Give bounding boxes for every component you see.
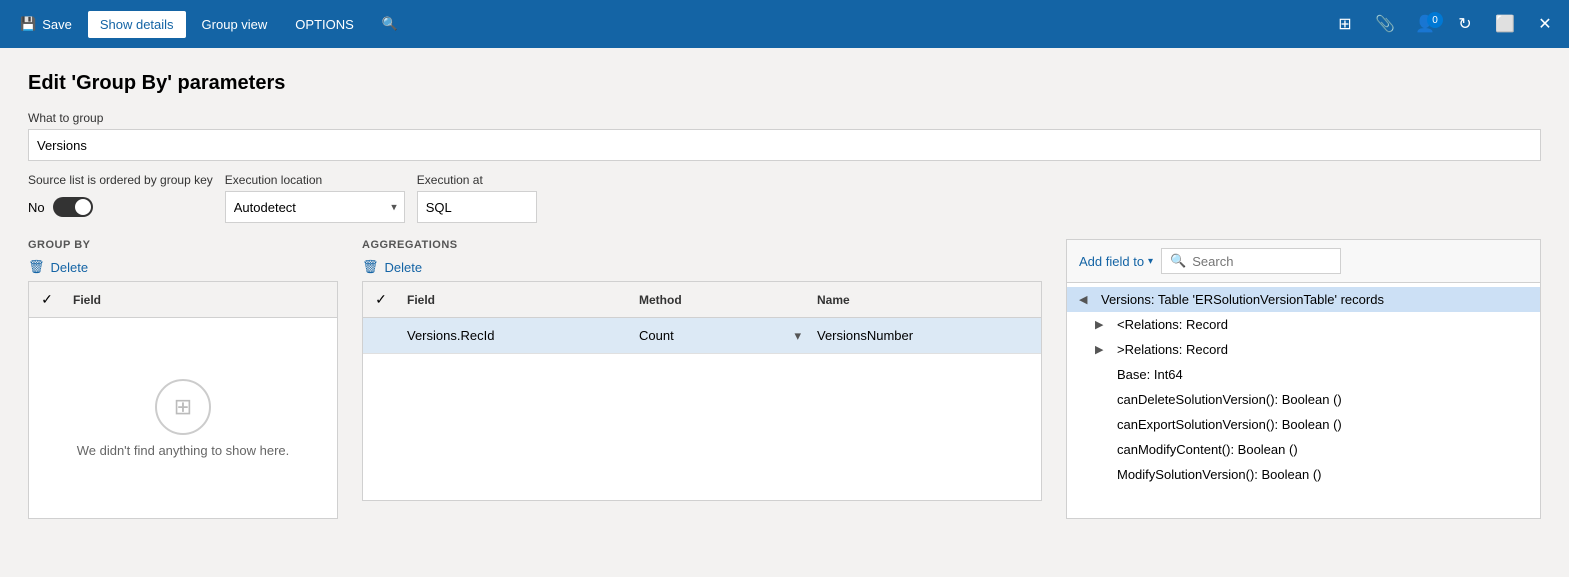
agg-table-row[interactable]: Versions.RecId Count ▾ VersionsNumber — [363, 318, 1041, 354]
group-by-delete-button[interactable]: 🗑 Delete — [28, 259, 338, 275]
toggle-wrap: No — [28, 191, 213, 223]
agg-row-method[interactable]: Count ▾ — [631, 328, 809, 344]
agg-table-header: ✓ Field Method Name — [363, 282, 1041, 318]
execution-at-value: SQL — [417, 191, 537, 223]
toggle-knob — [75, 199, 91, 215]
chevron-down-method-icon: ▾ — [794, 328, 801, 344]
right-panel: Add field to ▾ 🔍 ◀ Versions: Table 'ERSo… — [1066, 239, 1541, 519]
group-by-empty-body: ⊞ We didn't find anything to show here. — [29, 318, 337, 518]
close-icon[interactable]: ✕ — [1529, 8, 1561, 40]
save-button[interactable]: 💾 Save — [8, 10, 84, 38]
group-view-button[interactable]: Group view — [190, 11, 280, 38]
tree-item-can-delete[interactable]: canDeleteSolutionVersion(): Boolean () — [1067, 387, 1540, 412]
group-by-check-col: ✓ — [29, 291, 65, 308]
panels-row: GROUP BY 🗑 Delete ✓ Field ⊞ We didn't fi… — [28, 239, 1541, 519]
what-to-group-input[interactable] — [28, 129, 1541, 161]
agg-field-col: Field — [399, 293, 631, 307]
options-row: Source list is ordered by group key No E… — [28, 173, 1541, 223]
refresh-icon[interactable]: ↻ — [1449, 8, 1481, 40]
search-box: 🔍 — [1161, 248, 1341, 274]
agg-row-name: VersionsNumber — [809, 328, 1041, 343]
what-to-group-label: What to group — [28, 111, 1541, 125]
agg-row-field: Versions.RecId — [399, 328, 631, 343]
group-by-table-header: ✓ Field — [29, 282, 337, 318]
group-by-table: ✓ Field ⊞ We didn't find anything to sho… — [28, 281, 338, 519]
field-browser-panel: Add field to ▾ 🔍 ◀ Versions: Table 'ERSo… — [1066, 239, 1541, 519]
execution-at-label: Execution at — [417, 173, 537, 187]
show-details-button[interactable]: Show details — [88, 11, 186, 38]
aggregations-header: AGGREGATIONS — [362, 239, 1042, 251]
agg-check-col: ✓ — [363, 291, 399, 308]
add-field-button[interactable]: Add field to ▾ — [1079, 254, 1153, 269]
checkmark-icon: ✓ — [41, 291, 53, 308]
toggle-no-label: No — [28, 200, 45, 215]
source-ordered-label: Source list is ordered by group key — [28, 173, 213, 187]
window-controls: ⊞ 📎 👤 0 ↻ ⬜ ✕ — [1329, 8, 1561, 40]
empty-text: We didn't find anything to show here. — [77, 443, 290, 458]
expand-icon-2: ▶ — [1095, 343, 1111, 356]
execution-location-label: Execution location — [225, 173, 405, 187]
execution-location-select[interactable]: Autodetect — [225, 191, 405, 223]
tree-item-modify-solution[interactable]: ModifySolutionVersion(): Boolean () — [1067, 462, 1540, 487]
agg-name-col: Name — [809, 293, 1041, 307]
trash-icon: 🗑 — [28, 259, 45, 275]
source-ordered-field: Source list is ordered by group key No — [28, 173, 213, 223]
agg-method-col: Method — [631, 293, 809, 307]
notification-icon[interactable]: 👤 0 — [1409, 8, 1441, 40]
collapse-icon: ◀ — [1079, 293, 1095, 306]
search-button[interactable]: 🔍 — [370, 10, 410, 38]
tree-item-relations-gt[interactable]: ▶ >Relations: Record — [1067, 337, 1540, 362]
grid-icon[interactable]: ⊞ — [1329, 8, 1361, 40]
search-input[interactable] — [1192, 254, 1332, 269]
office-icon[interactable]: 📎 — [1369, 8, 1401, 40]
execution-location-field: Execution location Autodetect ▾ — [225, 173, 405, 223]
aggregations-delete-button[interactable]: 🗑 Delete — [362, 259, 1042, 275]
group-by-header: GROUP BY — [28, 239, 338, 251]
page-title: Edit 'Group By' parameters — [28, 72, 1541, 95]
chevron-down-add-icon: ▾ — [1148, 256, 1153, 267]
right-panel-header: Add field to ▾ 🔍 — [1067, 240, 1540, 283]
tree-item-can-modify[interactable]: canModifyContent(): Boolean () — [1067, 437, 1540, 462]
execution-at-field: Execution at SQL — [417, 173, 537, 223]
group-by-field-col: Field — [65, 293, 337, 307]
execution-location-select-wrap: Autodetect ▾ — [225, 191, 405, 223]
restore-icon[interactable]: ⬜ — [1489, 8, 1521, 40]
tree-item-can-export[interactable]: canExportSolutionVersion(): Boolean () — [1067, 412, 1540, 437]
search-icon: 🔍 — [382, 16, 398, 32]
trash-icon-agg: 🗑 — [362, 259, 379, 275]
aggregations-table: ✓ Field Method Name Versions.RecId Count… — [362, 281, 1042, 501]
save-icon: 💾 — [20, 16, 36, 32]
source-ordered-toggle[interactable] — [53, 197, 93, 217]
empty-icon: ⊞ — [155, 379, 211, 435]
tree-item-relations-lt[interactable]: ▶ <Relations: Record — [1067, 312, 1540, 337]
main-content: Edit 'Group By' parameters What to group… — [0, 48, 1569, 577]
search-mag-icon: 🔍 — [1170, 253, 1186, 269]
field-tree-body: ◀ Versions: Table 'ERSolutionVersionTabl… — [1067, 283, 1540, 518]
tree-item-base[interactable]: Base: Int64 — [1067, 362, 1540, 387]
aggregations-panel: AGGREGATIONS 🗑 Delete ✓ Field Method Nam… — [362, 239, 1042, 519]
options-button[interactable]: OPTIONS — [283, 11, 366, 38]
expand-icon-1: ▶ — [1095, 318, 1111, 331]
group-by-panel: GROUP BY 🗑 Delete ✓ Field ⊞ We didn't fi… — [28, 239, 338, 519]
tree-item-versions[interactable]: ◀ Versions: Table 'ERSolutionVersionTabl… — [1067, 287, 1540, 312]
checkmark-icon-agg: ✓ — [375, 291, 387, 308]
title-bar: 💾 Save Show details Group view OPTIONS 🔍… — [0, 0, 1569, 48]
